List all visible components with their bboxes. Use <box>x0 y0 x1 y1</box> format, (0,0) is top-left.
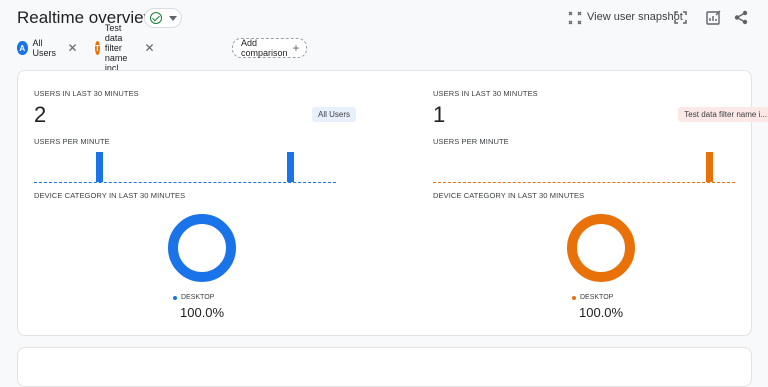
chart-baseline <box>34 182 336 183</box>
customize-report-icon[interactable] <box>706 10 721 25</box>
segment-badge: Test data filter name i... <box>678 107 768 122</box>
secondary-card <box>17 347 752 387</box>
donut-slice-desktop <box>567 214 635 282</box>
fullscreen-icon[interactable] <box>674 11 687 24</box>
donut-slice-desktop <box>168 214 236 282</box>
device-donut-chart <box>168 214 236 282</box>
chip-test-data-filter[interactable]: T Test data filter name incl... ✕ <box>95 23 155 73</box>
users-per-minute-chart <box>34 151 336 183</box>
close-icon[interactable]: ✕ <box>145 42 155 54</box>
users-label: USERS IN LAST 30 MINUTES <box>34 89 139 98</box>
legend-label: DESKTOP <box>580 294 614 301</box>
chevron-down-icon <box>169 16 177 21</box>
legend-value: 100.0% <box>579 305 624 320</box>
legend-label: DESKTOP <box>181 294 215 301</box>
add-comparison-button[interactable]: Add comparison + <box>232 38 307 58</box>
add-comparison-label: Add comparison <box>241 38 288 58</box>
chart-baseline <box>433 182 735 183</box>
chart-bar <box>287 152 295 182</box>
chip-badge: T <box>95 41 100 55</box>
chip-all-users[interactable]: A All Users ✕ <box>17 38 78 58</box>
chip-label: All Users <box>32 38 57 58</box>
plus-icon: + <box>292 41 300 55</box>
legend-desktop: DESKTOP <box>173 294 214 301</box>
close-icon[interactable]: ✕ <box>68 42 78 54</box>
share-icon[interactable] <box>734 10 748 25</box>
panel-test-data-filter: USERS IN LAST 30 MINUTES 1 Test data fil… <box>433 71 768 320</box>
device-category-label: DEVICE CATEGORY IN LAST 30 MINUTES <box>34 191 186 200</box>
segment-badge: All Users <box>311 107 356 122</box>
device-category-label: DEVICE CATEGORY IN LAST 30 MINUTES <box>433 191 585 200</box>
legend-value: 100.0% <box>180 305 225 320</box>
legend-dot <box>173 295 177 300</box>
chart-bar <box>95 152 103 182</box>
realtime-card: USERS IN LAST 30 MINUTES 2 All Users USE… <box>17 70 768 336</box>
chip-badge: A <box>17 41 28 55</box>
device-donut-chart <box>567 214 635 282</box>
view-user-snapshot-link[interactable]: View user snapshot <box>587 6 683 28</box>
per-minute-label: USERS PER MINUTE <box>34 137 110 146</box>
chart-bar <box>706 152 714 182</box>
per-minute-label: USERS PER MINUTE <box>433 137 509 146</box>
snapshot-icon[interactable] <box>568 11 582 25</box>
users-value: 2 <box>34 102 47 127</box>
legend-dot <box>572 295 576 300</box>
panel-all-users: USERS IN LAST 30 MINUTES 2 All Users USE… <box>34 71 356 320</box>
users-value: 1 <box>433 102 446 127</box>
check-circle-icon <box>150 12 162 24</box>
chip-label: Test data filter name incl... <box>104 23 128 73</box>
status-dropdown[interactable] <box>144 8 182 28</box>
users-label: USERS IN LAST 30 MINUTES <box>433 89 538 98</box>
users-per-minute-chart <box>433 151 735 183</box>
legend-desktop: DESKTOP <box>572 294 613 301</box>
